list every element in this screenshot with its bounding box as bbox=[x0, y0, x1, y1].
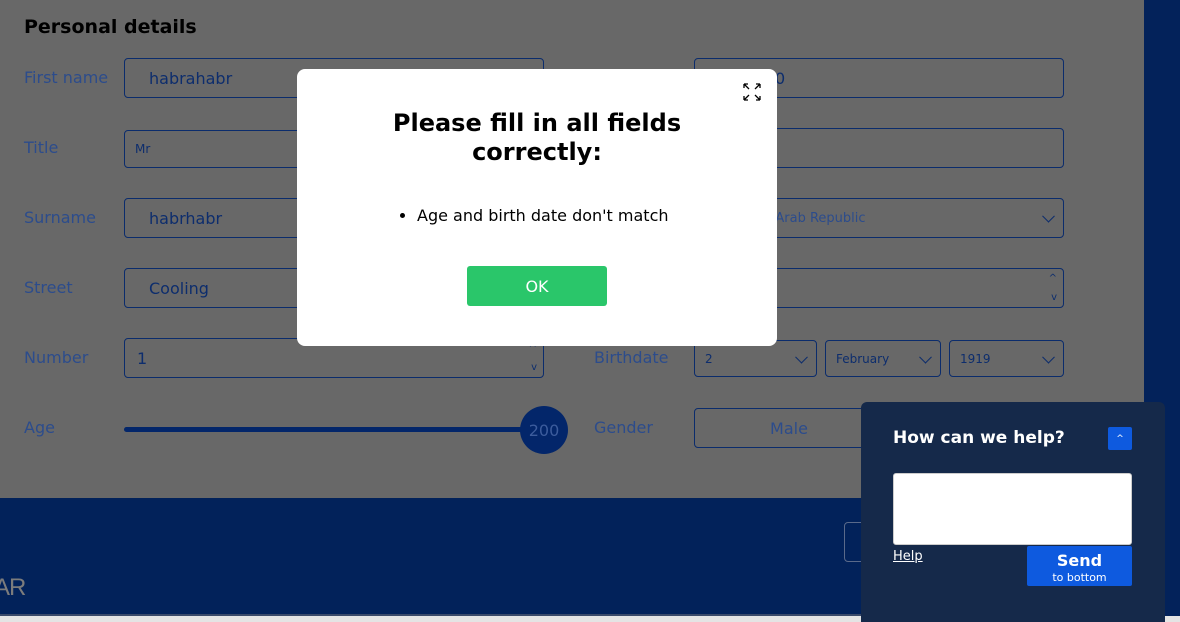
gender-male-option[interactable]: Male bbox=[694, 408, 884, 448]
help-chat-widget: How can we help? ^ Help Send to bottom bbox=[861, 402, 1165, 622]
birth-year-value: 1919 bbox=[960, 351, 991, 366]
street-label: Street bbox=[24, 278, 73, 297]
ok-button[interactable]: OK bbox=[467, 266, 607, 306]
number-value: 1 bbox=[137, 348, 148, 368]
chat-message-input[interactable] bbox=[893, 473, 1132, 545]
age-value: 200 bbox=[528, 420, 560, 440]
age-slider-handle[interactable]: 200 bbox=[520, 406, 568, 454]
birth-year-select[interactable]: 1919 bbox=[949, 340, 1064, 377]
surname-label: Surname bbox=[24, 208, 96, 227]
gender-value: Male bbox=[770, 418, 808, 438]
birth-month-select[interactable]: February bbox=[825, 340, 941, 377]
age-slider[interactable] bbox=[124, 427, 544, 432]
spin-down-icon[interactable]: v bbox=[1051, 293, 1057, 303]
chevron-down-icon bbox=[1042, 350, 1055, 364]
birth-month-value: February bbox=[836, 351, 890, 366]
chevron-down-icon bbox=[919, 350, 932, 364]
chevron-down-icon bbox=[795, 350, 808, 364]
number-label: Number bbox=[24, 348, 89, 367]
age-label: Age bbox=[24, 418, 55, 437]
spin-down-icon[interactable]: v bbox=[531, 363, 537, 373]
section-heading: Personal details bbox=[24, 16, 197, 38]
title-label: Title bbox=[24, 138, 59, 157]
chevron-down-icon bbox=[1042, 209, 1055, 223]
gender-label: Gender bbox=[594, 418, 653, 437]
birthdate-label: Birthdate bbox=[594, 348, 669, 367]
chat-title: How can we help? bbox=[893, 428, 1065, 448]
send-sublabel: to bottom bbox=[1052, 571, 1107, 584]
dialog-title: Please fill in all fields correctly: bbox=[392, 109, 682, 166]
title-value: Mr bbox=[135, 142, 151, 156]
send-label: Send bbox=[1056, 551, 1103, 570]
first-name-value: habrahabr bbox=[149, 68, 233, 88]
first-name-label: First name bbox=[24, 68, 109, 87]
country-value: n Arab Republic bbox=[763, 210, 866, 226]
expand-icon[interactable] bbox=[743, 83, 761, 101]
send-button[interactable]: Send to bottom bbox=[1027, 546, 1132, 586]
error-item: Age and birth date don't match bbox=[417, 206, 669, 225]
help-link[interactable]: Help bbox=[893, 549, 923, 564]
surname-value: habrhabr bbox=[149, 208, 223, 228]
street-value: Cooling bbox=[149, 278, 209, 298]
error-dialog: Please fill in all fields correctly: Age… bbox=[297, 69, 777, 346]
collapse-chat-button[interactable]: ^ bbox=[1108, 427, 1132, 450]
spin-up-icon[interactable]: ^ bbox=[1049, 274, 1057, 284]
birth-day-value: 2 bbox=[705, 351, 713, 366]
footer-logo: AR bbox=[0, 574, 26, 601]
error-list: Age and birth date don't match bbox=[417, 206, 669, 225]
